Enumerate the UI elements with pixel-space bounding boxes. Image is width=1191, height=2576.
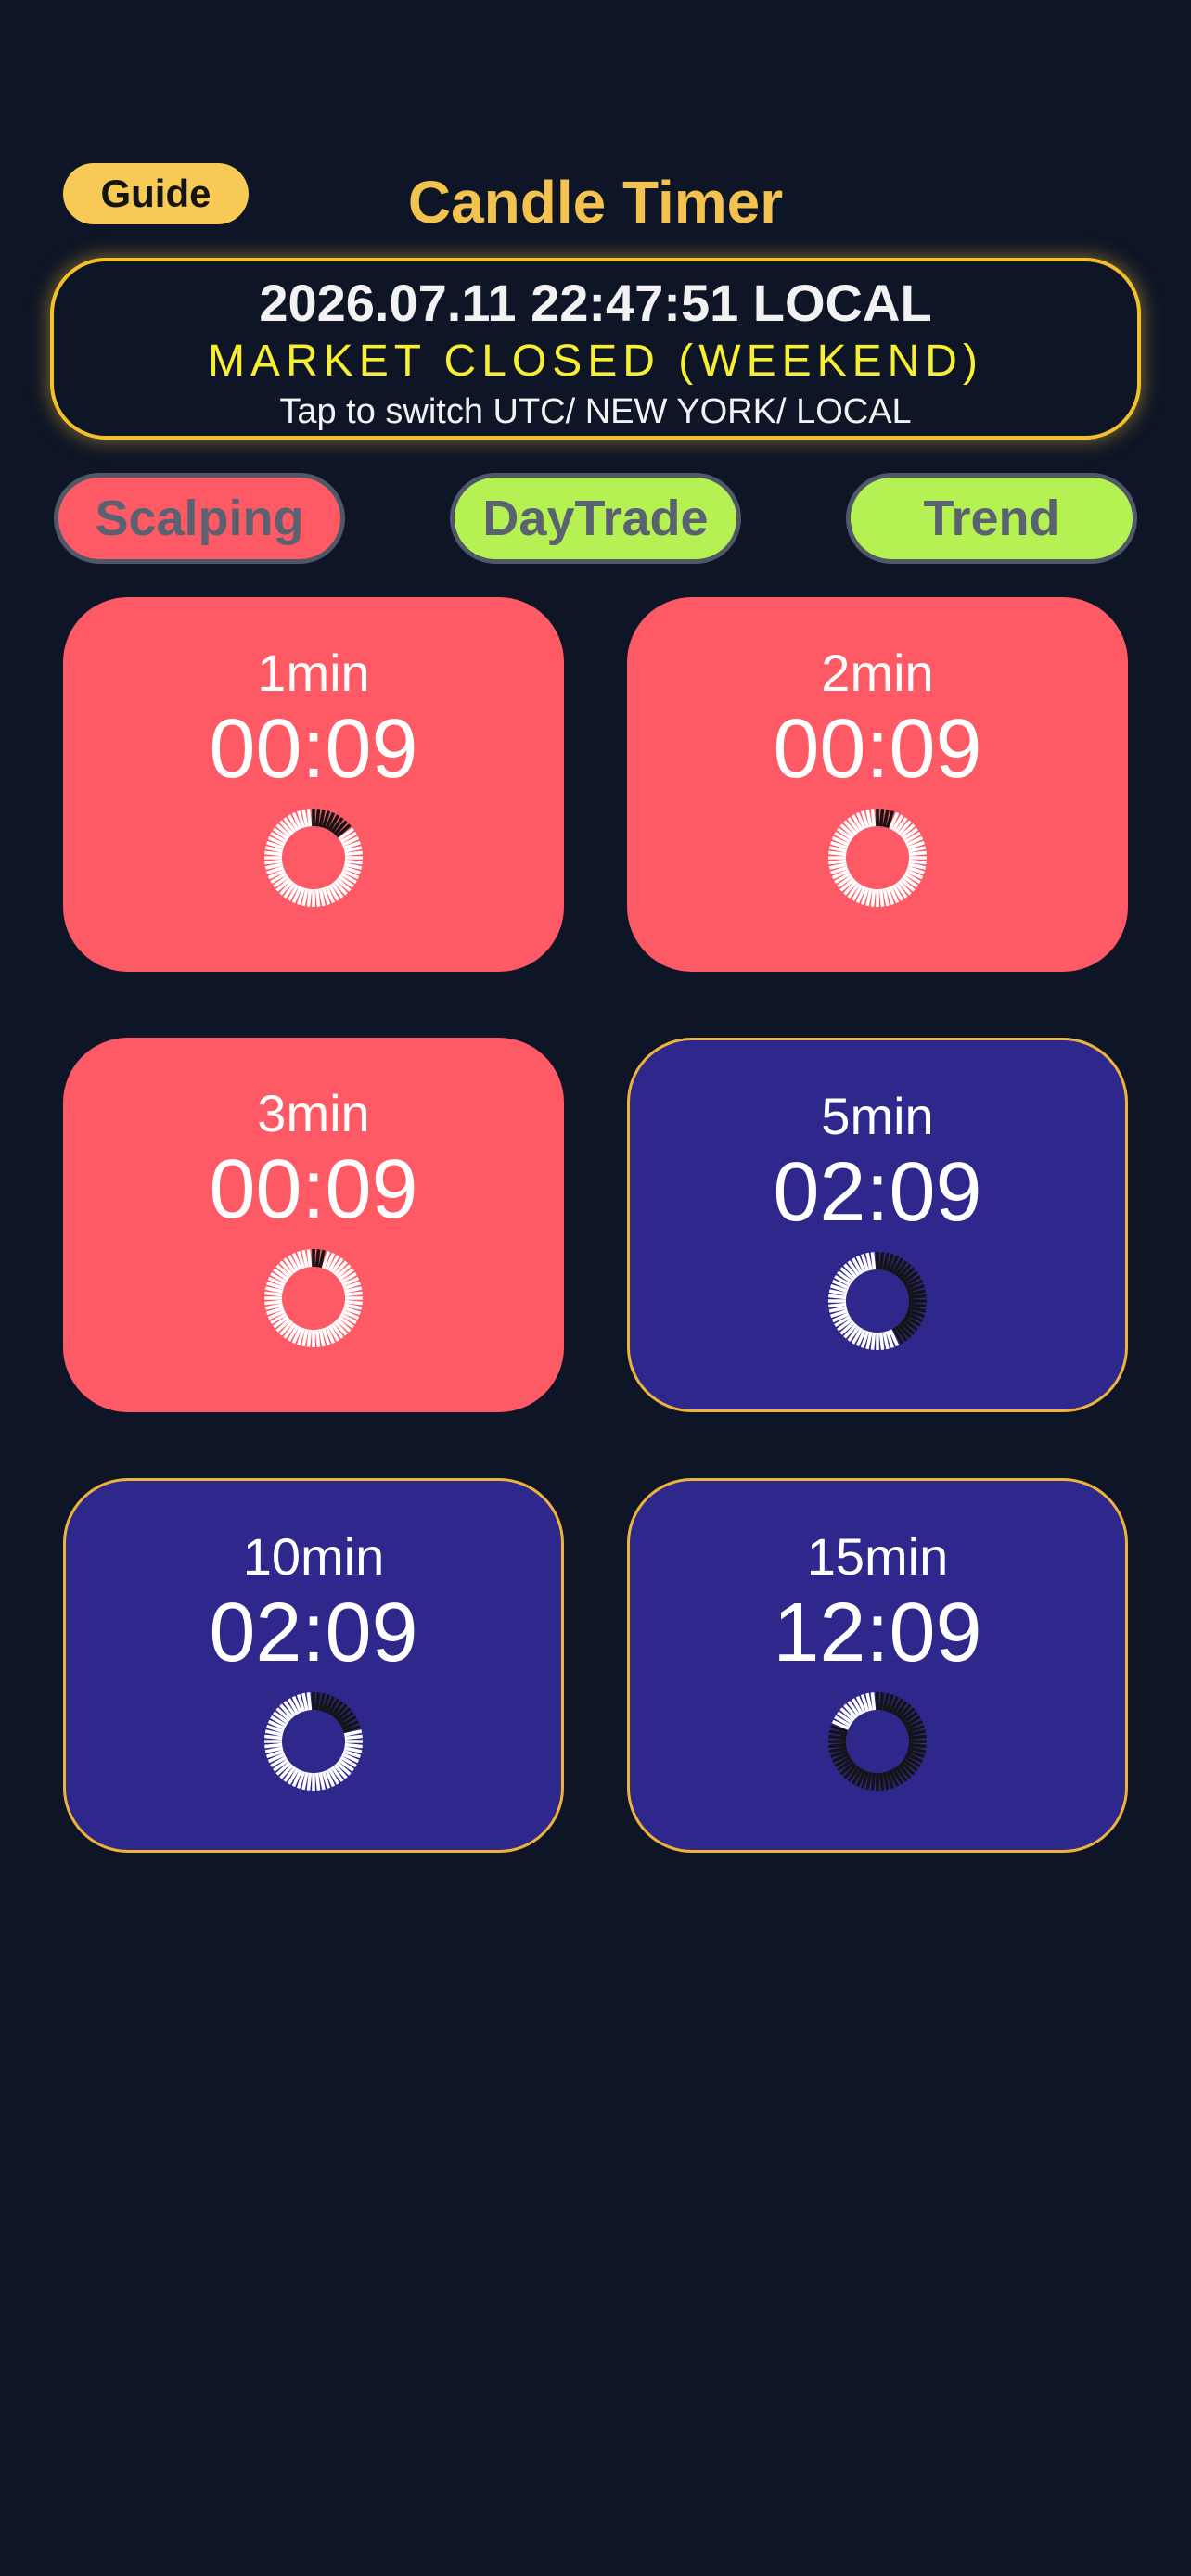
dial-tick	[870, 809, 877, 827]
timer-label: 5min	[821, 1087, 934, 1145]
progress-dial-icon	[828, 1692, 927, 1791]
timer-card-2min[interactable]: 2min 00:09	[627, 597, 1128, 972]
dial-tick	[264, 1734, 283, 1741]
app-title: Candle Timer	[407, 169, 784, 236]
dial-tick	[306, 809, 313, 827]
dial-tick	[344, 1742, 363, 1749]
dial-tick	[870, 1692, 877, 1711]
timer-countdown: 00:09	[773, 703, 982, 796]
dial-tick	[314, 1249, 321, 1268]
dial-tick	[870, 1252, 877, 1270]
dial-tick	[878, 809, 885, 827]
dial-tick	[908, 850, 927, 857]
dial-tick	[828, 859, 847, 865]
dial-tick	[908, 1294, 927, 1300]
dial-tick	[878, 1252, 885, 1270]
timer-countdown: 02:09	[773, 1146, 982, 1239]
timer-countdown: 00:09	[209, 703, 418, 796]
mode-button-trend[interactable]: Trend	[846, 473, 1137, 564]
dial-tick	[828, 1734, 847, 1741]
timer-card-15min[interactable]: 15min 12:09	[627, 1478, 1128, 1853]
dial-tick	[264, 1291, 283, 1297]
dial-tick	[870, 1332, 877, 1350]
timer-label: 3min	[257, 1084, 370, 1142]
timer-label: 10min	[242, 1527, 385, 1586]
clock-datetime: 2026.07.11 22:47:51 LOCAL	[259, 274, 932, 332]
mode-button-daytrade[interactable]: DayTrade	[450, 473, 741, 564]
timer-countdown: 12:09	[773, 1587, 982, 1679]
dial-tick	[908, 1742, 927, 1749]
dial-tick	[878, 1772, 885, 1791]
dial-tick	[306, 1772, 313, 1791]
dial-tick	[828, 850, 847, 857]
dial-tick	[878, 1332, 885, 1350]
clock-panel[interactable]: 2026.07.11 22:47:51 LOCAL MARKET CLOSED …	[50, 258, 1141, 440]
timezone-switch-hint: Tap to switch UTC/ NEW YORK/ LOCAL	[279, 392, 912, 431]
timer-label: 2min	[821, 644, 934, 702]
dial-tick	[264, 850, 283, 857]
dial-tick	[264, 1742, 283, 1749]
dial-tick	[828, 1742, 847, 1749]
dial-tick	[314, 1692, 321, 1711]
dial-tick	[306, 1249, 313, 1268]
mode-button-scalping[interactable]: Scalping	[54, 473, 345, 564]
progress-dial-icon	[828, 1252, 927, 1350]
dial-tick	[344, 850, 363, 857]
dial-tick	[306, 1329, 313, 1347]
dial-tick	[264, 1299, 283, 1306]
dial-tick	[314, 809, 321, 827]
dial-tick	[306, 1692, 313, 1711]
dial-tick	[908, 1302, 927, 1308]
timer-card-5min[interactable]: 5min 02:09	[627, 1038, 1128, 1412]
dial-tick	[314, 1772, 321, 1791]
progress-dial-icon	[264, 809, 363, 907]
progress-dial-icon	[828, 809, 927, 907]
timer-card-10min[interactable]: 10min 02:09	[63, 1478, 564, 1853]
timer-countdown: 00:09	[209, 1143, 418, 1236]
dial-tick	[878, 1692, 885, 1711]
dial-tick	[344, 1299, 363, 1306]
progress-dial-icon	[264, 1249, 363, 1347]
dial-tick	[870, 888, 877, 907]
dial-tick	[344, 1291, 363, 1297]
dial-tick	[306, 888, 313, 907]
dial-tick	[828, 1294, 847, 1300]
dial-tick	[264, 859, 283, 865]
timer-card-1min[interactable]: 1min 00:09	[63, 597, 564, 972]
dial-tick	[314, 1329, 321, 1347]
dial-tick	[314, 888, 321, 907]
timer-label: 15min	[806, 1527, 949, 1586]
dial-tick	[908, 1734, 927, 1741]
dial-tick	[828, 1302, 847, 1308]
timer-countdown: 02:09	[209, 1587, 418, 1679]
dial-tick	[344, 1734, 363, 1741]
dial-tick	[878, 888, 885, 907]
timer-label: 1min	[257, 644, 370, 702]
dial-tick	[908, 859, 927, 865]
dial-tick	[344, 859, 363, 865]
progress-dial-icon	[264, 1692, 363, 1791]
market-status: MARKET CLOSED (WEEKEND)	[208, 337, 983, 386]
timer-card-3min[interactable]: 3min 00:09	[63, 1038, 564, 1412]
dial-tick	[870, 1772, 877, 1791]
